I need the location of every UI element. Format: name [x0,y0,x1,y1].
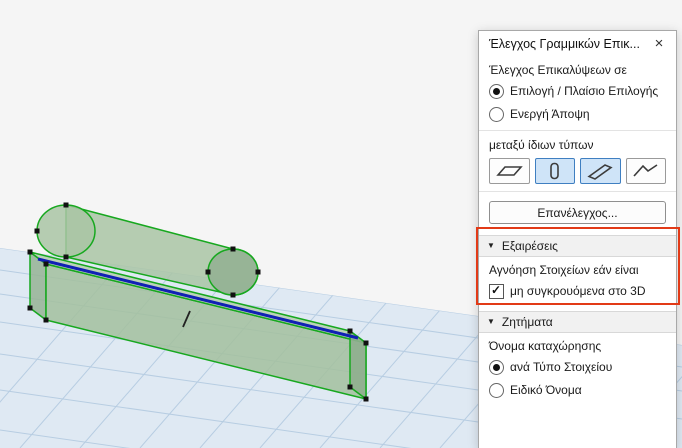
entry-name-label: Όνομα καταχώρησης [489,339,602,353]
divider [479,191,676,192]
type-button-beam[interactable] [580,158,621,184]
radio-active-view-control[interactable] [489,106,504,122]
application-window: Έλεγχος Γραμμικών Επικ... × Έλεγχος Επικ… [0,0,682,448]
overlap-check-dialog: Έλεγχος Γραμμικών Επικ... × Έλεγχος Επικ… [476,30,680,448]
type-button-column[interactable] [534,158,575,184]
beam-icon [587,164,613,180]
roof-icon [633,164,658,177]
not-colliding-checkbox[interactable] [489,283,504,299]
radio-custom-name-control[interactable] [489,382,504,398]
radio-selection-frame-label: Επιλογή / Πλαίσιο Επιλογής [510,84,659,98]
recheck-button[interactable]: Επανέλεγχος... [489,201,666,224]
overlap-check-label: Έλεγχος Επικαλύψεων σε [489,63,627,77]
not-colliding-checkbox-label: μη συγκρουόμενα στο 3D [510,284,646,298]
radio-selection-frame[interactable]: Επιλογή / Πλαίσιο Επιλογής [489,82,666,100]
radio-active-view[interactable]: Ενεργή Άποψη [489,105,666,123]
radio-custom-name[interactable]: Ειδικό Όνομα [489,381,666,399]
radio-by-element-type-control[interactable] [489,359,504,375]
close-icon[interactable]: × [650,35,668,53]
issues-header-label: Ζητήματα [501,315,553,329]
radio-custom-name-label: Ειδικό Όνομα [510,383,582,397]
radio-by-element-type[interactable]: ανά Τύπο Στοιχείου [489,358,666,376]
slab-icon [495,166,523,176]
radio-selection-frame-control[interactable] [489,83,504,99]
ignore-elements-label: Αγνόηση Στοιχείων εάν είναι [489,263,639,277]
between-types-label: μεταξύ ίδιων τύπων [489,138,594,152]
element-type-buttons [489,158,666,184]
not-colliding-checkbox-row[interactable]: μη συγκρουόμενα στο 3D [489,282,666,300]
radio-by-element-type-label: ανά Τύπο Στοιχείου [510,360,613,374]
dialog-title: Έλεγχος Γραμμικών Επικ... [489,37,640,51]
radio-active-view-label: Ενεργή Άποψη [510,107,590,121]
dialog-title-bar[interactable]: Έλεγχος Γραμμικών Επικ... × [479,31,676,57]
divider [479,130,676,131]
issues-section-header[interactable]: ▼ Ζητήματα [479,311,676,333]
exceptions-header-label: Εξαιρέσεις [501,239,558,253]
chevron-down-icon: ▼ [487,317,495,326]
chevron-down-icon: ▼ [487,241,495,250]
exceptions-section-header[interactable]: ▼ Εξαιρέσεις [479,235,676,257]
type-button-slab[interactable] [489,158,530,184]
type-button-roof[interactable] [625,158,666,184]
column-icon [550,162,560,180]
